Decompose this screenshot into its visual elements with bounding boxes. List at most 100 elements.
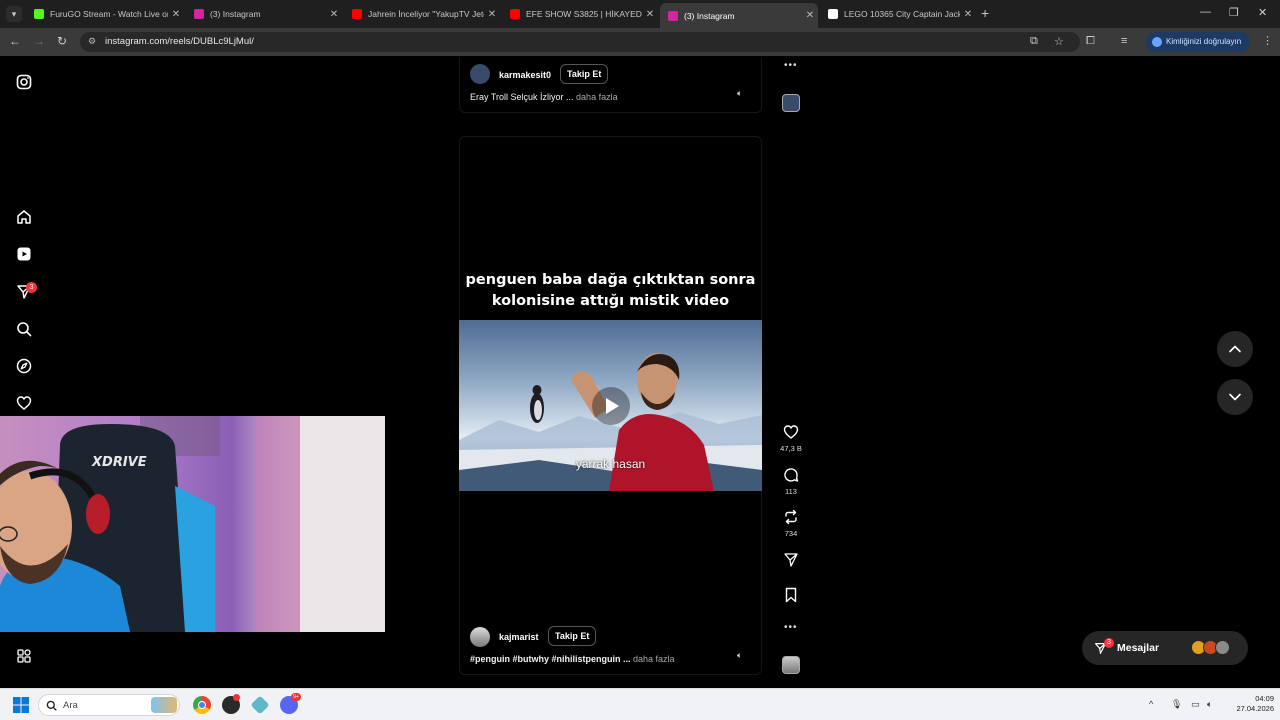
network-icon[interactable]: ▭ bbox=[1191, 699, 1200, 710]
tab-youtube-efe[interactable]: EFE SHOW S3825 | HİKAYEDEN ✕ bbox=[502, 4, 658, 24]
back-button[interactable]: ← bbox=[9, 34, 21, 48]
address-bar[interactable]: ⚙ instagram.com/reels/DUBLc9LjMul/ ⧉ ☆ bbox=[80, 32, 1080, 52]
sound-icon[interactable]: 🔈︎ bbox=[737, 88, 742, 99]
app-taskbar-icon[interactable] bbox=[250, 695, 270, 715]
close-window-button[interactable]: ✕ bbox=[1258, 6, 1267, 19]
tab-title: Jahrein İnceliyor "YakupTV Jeto bbox=[368, 9, 484, 19]
follow-button[interactable]: Takip Et bbox=[560, 64, 609, 84]
tab-title: FuruGO Stream - Watch Live on bbox=[50, 9, 168, 19]
windows-taskbar: Ara 9+ ^ 🎙︎ ▭ 🔈︎ 04:09 27.04.2026 bbox=[0, 688, 1280, 720]
reload-button[interactable]: ↻ bbox=[57, 34, 67, 48]
taskbar-clock[interactable]: 04:09 27.04.2026 bbox=[1226, 694, 1274, 714]
next-reel-button[interactable] bbox=[1217, 379, 1253, 415]
tab-furugo[interactable]: FuruGO Stream - Watch Live on ✕ bbox=[26, 4, 184, 24]
chevron-down-icon bbox=[1229, 393, 1241, 401]
repost-button[interactable] bbox=[781, 509, 801, 525]
taskbar-search[interactable]: Ara bbox=[38, 694, 180, 716]
webcam-overlay: XDRIVE bbox=[0, 416, 385, 632]
clock-date: 27.04.2026 bbox=[1236, 704, 1274, 713]
reel-caption[interactable]: #penguin #butwhy #nihilistpenguin ... da… bbox=[470, 654, 675, 664]
instagram-logo-icon[interactable] bbox=[15, 73, 33, 91]
save-button[interactable] bbox=[781, 587, 801, 603]
comment-button[interactable] bbox=[781, 467, 801, 483]
tab-instagram-1[interactable]: (3) Instagram ✕ bbox=[186, 4, 342, 24]
tab-instagram-active[interactable]: (3) Instagram ✕ bbox=[660, 3, 818, 28]
like-button[interactable] bbox=[781, 424, 801, 440]
reel-caption[interactable]: Eray Troll Selçuk İzliyor ... daha fazla bbox=[470, 92, 618, 102]
search-icon[interactable] bbox=[15, 320, 33, 338]
audio-thumbnail[interactable] bbox=[781, 656, 801, 674]
minimize-button[interactable]: — bbox=[1200, 6, 1211, 18]
restore-button[interactable]: ❐ bbox=[1229, 6, 1239, 19]
audio-icon bbox=[782, 94, 800, 112]
play-button[interactable] bbox=[592, 387, 630, 425]
close-tab-icon[interactable]: ✕ bbox=[642, 9, 658, 20]
tab-title: LEGO 10365 City Captain Jack S bbox=[844, 9, 960, 19]
overlay-line: penguen baba dağa çıktıktan sonra bbox=[465, 272, 756, 288]
verify-label: Kimliğinizi doğrulayın bbox=[1166, 37, 1242, 46]
app-taskbar-icon[interactable] bbox=[222, 694, 240, 714]
caption-text: #penguin #butwhy #nihilistpenguin ... bbox=[470, 654, 631, 664]
follow-button[interactable]: Takip Et bbox=[548, 626, 597, 646]
reel-username[interactable]: karmakesit0 bbox=[499, 70, 551, 80]
avatar[interactable] bbox=[470, 64, 490, 84]
instagram-favicon-icon bbox=[194, 9, 204, 19]
volume-icon[interactable]: 🔈︎ bbox=[1207, 699, 1212, 710]
avatar[interactable] bbox=[470, 627, 490, 647]
browser-menu-icon[interactable]: ⋮ bbox=[1262, 34, 1273, 47]
overlay-line: kolonisine attığı mistik video bbox=[491, 293, 730, 309]
close-tab-icon[interactable]: ✕ bbox=[802, 10, 818, 21]
more-link[interactable]: daha fazla bbox=[576, 92, 618, 102]
heart-icon[interactable] bbox=[15, 394, 33, 412]
reading-list-icon[interactable]: ≡ bbox=[1121, 35, 1127, 47]
install-app-icon[interactable]: ⧉ bbox=[1030, 35, 1038, 48]
audio-thumbnail[interactable] bbox=[781, 94, 801, 112]
close-tab-icon[interactable]: ✕ bbox=[326, 9, 342, 20]
avatar bbox=[1215, 640, 1230, 655]
microphone-icon[interactable]: 🎙︎ bbox=[1171, 699, 1182, 710]
reels-icon[interactable] bbox=[15, 245, 33, 263]
close-tab-icon[interactable]: ✕ bbox=[484, 9, 500, 20]
search-placeholder: Ara bbox=[63, 700, 78, 711]
close-tab-icon[interactable]: ✕ bbox=[168, 9, 184, 20]
caption-text: Eray Troll Selçuk İzliyor ... bbox=[470, 92, 574, 102]
notification-badge: 3 bbox=[26, 282, 37, 293]
previous-reel-button[interactable] bbox=[1217, 331, 1253, 367]
forward-button[interactable]: → bbox=[33, 34, 45, 48]
tray-overflow-icon[interactable]: ^ bbox=[1149, 699, 1153, 709]
verify-identity-button[interactable]: Kimliğinizi doğrulayın bbox=[1146, 32, 1250, 52]
youtube-favicon-icon bbox=[510, 9, 520, 19]
site-info-icon[interactable]: ⚙ bbox=[88, 36, 96, 47]
share-button[interactable] bbox=[781, 552, 801, 568]
sound-icon[interactable]: 🔈︎ bbox=[737, 650, 742, 661]
more-icon[interactable] bbox=[15, 647, 33, 665]
video-subtitle: yarrak hasan bbox=[575, 457, 646, 471]
close-tab-icon[interactable]: ✕ bbox=[960, 9, 976, 20]
amazon-favicon-icon bbox=[828, 9, 838, 19]
bookmark-star-icon[interactable]: ☆ bbox=[1054, 35, 1064, 48]
explore-icon[interactable] bbox=[15, 357, 33, 375]
chrome-taskbar-icon[interactable] bbox=[193, 696, 211, 714]
discord-taskbar-icon[interactable]: 9+ bbox=[280, 693, 301, 714]
tab-search-button[interactable]: ▾ bbox=[6, 6, 22, 22]
browser-tab-bar: ▾ FuruGO Stream - Watch Live on ✕ (3) In… bbox=[0, 0, 1280, 28]
new-tab-button[interactable]: + bbox=[981, 5, 989, 21]
browser-toolbar: ← → ↻ ⚙ instagram.com/reels/DUBLc9LjMul/… bbox=[0, 28, 1280, 56]
play-icon bbox=[606, 398, 619, 414]
like-count: 47,3 B bbox=[780, 444, 802, 453]
extensions-icon[interactable]: ⧠ bbox=[1086, 35, 1095, 48]
comment-icon bbox=[784, 468, 799, 482]
tab-lego[interactable]: LEGO 10365 City Captain Jack S ✕ bbox=[820, 4, 976, 24]
more-options-icon[interactable]: ••• bbox=[784, 622, 798, 633]
tab-youtube-jahrein[interactable]: Jahrein İnceliyor "YakupTV Jeto ✕ bbox=[344, 4, 500, 24]
home-icon[interactable] bbox=[15, 208, 33, 226]
reel-previous[interactable] bbox=[459, 57, 762, 113]
reel-username[interactable]: kajmarist bbox=[499, 632, 539, 642]
bookmark-icon bbox=[785, 587, 797, 603]
tab-title: (3) Instagram bbox=[684, 10, 735, 21]
more-link[interactable]: daha fazla bbox=[633, 654, 675, 664]
messages-button[interactable]: 3 Mesajlar bbox=[1082, 631, 1248, 665]
more-options-icon[interactable]: ••• bbox=[784, 60, 798, 71]
start-button[interactable] bbox=[13, 697, 29, 718]
youtube-favicon-icon bbox=[352, 9, 362, 19]
